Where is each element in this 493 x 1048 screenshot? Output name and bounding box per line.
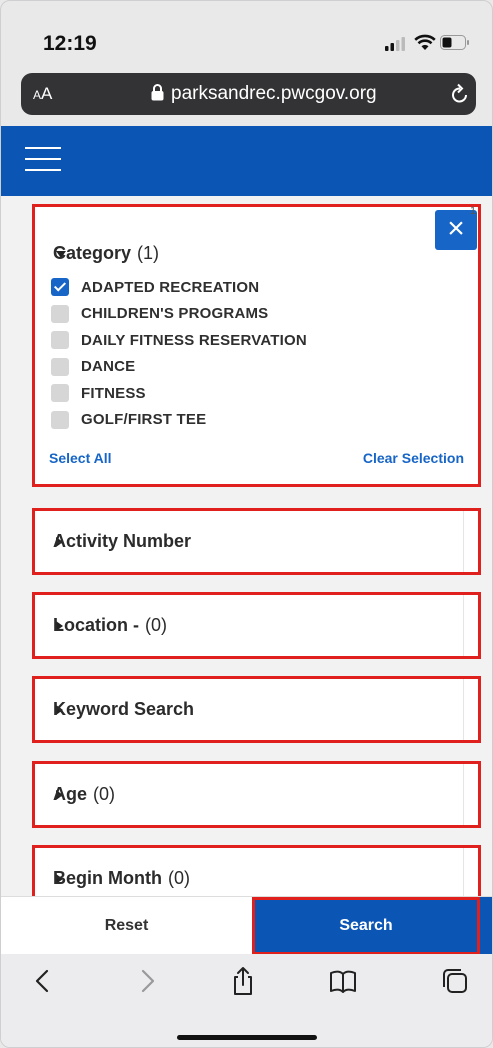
close-icon: × — [447, 212, 465, 245]
action-bar: Reset Search — [1, 896, 492, 955]
category-filter-panel: Category (1) × 1 ADAPTED RECREATION CHILD… — [32, 204, 481, 487]
address-bar[interactable]: AA parksandrec.pwcgov.org — [21, 73, 476, 115]
share-icon[interactable] — [228, 966, 258, 996]
status-time: 12:19 — [43, 32, 97, 55]
checkbox-option[interactable]: DAILY FITNESS RESERVATION — [51, 327, 307, 354]
age-header[interactable]: Age (0) — [53, 784, 115, 805]
begin-month-header[interactable]: Begin Month (0) — [53, 868, 190, 889]
divider — [463, 679, 464, 740]
begin-month-filter-panel[interactable]: Begin Month (0) — [32, 845, 481, 896]
status-bar: 12:19 — [1, 1, 492, 61]
search-button[interactable]: Search — [252, 897, 480, 955]
bookmarks-icon[interactable] — [328, 966, 358, 996]
divider — [463, 511, 464, 572]
filter-list: Category (1) × 1 ADAPTED RECREATION CHILD… — [1, 196, 492, 896]
category-options: ADAPTED RECREATION CHILDREN'S PROGRAMS D… — [51, 274, 307, 433]
back-icon[interactable] — [28, 966, 58, 996]
clear-selection-link[interactable]: Clear Selection — [363, 450, 464, 466]
checkbox-checked[interactable] — [51, 278, 69, 297]
activity-number-filter-panel[interactable]: Activity Number — [32, 508, 481, 575]
reset-button[interactable]: Reset — [1, 897, 252, 955]
phone-screen: 12:19 AA parksandrec.pwcgov.org Category… — [0, 0, 493, 1048]
keyword-search-filter-panel[interactable]: Keyword Search — [32, 676, 481, 743]
divider — [463, 848, 464, 896]
checkbox[interactable] — [51, 331, 69, 350]
checkbox[interactable] — [51, 357, 69, 376]
text-size-button[interactable]: AA — [33, 84, 52, 104]
checkbox-option[interactable]: DANCE — [51, 354, 307, 381]
url-domain: parksandrec.pwcgov.org — [171, 83, 377, 104]
activity-number-header[interactable]: Activity Number — [53, 531, 191, 552]
select-all-link[interactable]: Select All — [49, 450, 112, 466]
lock-icon — [151, 84, 164, 101]
browser-toolbar — [1, 954, 492, 1047]
age-filter-panel[interactable]: Age (0) — [32, 761, 481, 828]
checkbox-option[interactable]: ADAPTED RECREATION — [51, 274, 307, 301]
checkbox-option[interactable]: CHILDREN'S PROGRAMS — [51, 301, 307, 328]
checkbox-option[interactable]: GOLF/FIRST TEE — [51, 407, 307, 434]
checkbox[interactable] — [51, 304, 69, 323]
app-header — [1, 126, 492, 196]
wifi-icon — [414, 34, 436, 50]
category-header[interactable]: Category (1) — [53, 243, 159, 264]
tabs-icon[interactable] — [440, 966, 470, 996]
checkbox[interactable] — [51, 384, 69, 403]
selection-count-badge: 1 — [470, 205, 477, 217]
reload-icon[interactable] — [450, 83, 470, 105]
cellular-signal-icon — [385, 37, 405, 51]
home-indicator — [177, 1035, 317, 1040]
battery-icon — [440, 35, 469, 50]
location-filter-panel[interactable]: Location - (0) — [32, 592, 481, 659]
divider — [463, 595, 464, 656]
keyword-search-header[interactable]: Keyword Search — [53, 699, 194, 720]
search-button-edge — [480, 897, 492, 955]
divider — [463, 764, 464, 825]
forward-icon[interactable] — [132, 966, 162, 996]
checkbox[interactable] — [51, 410, 69, 429]
checkbox-option[interactable]: FITNESS — [51, 380, 307, 407]
location-header[interactable]: Location - (0) — [53, 615, 167, 636]
hamburger-icon[interactable] — [25, 147, 61, 175]
